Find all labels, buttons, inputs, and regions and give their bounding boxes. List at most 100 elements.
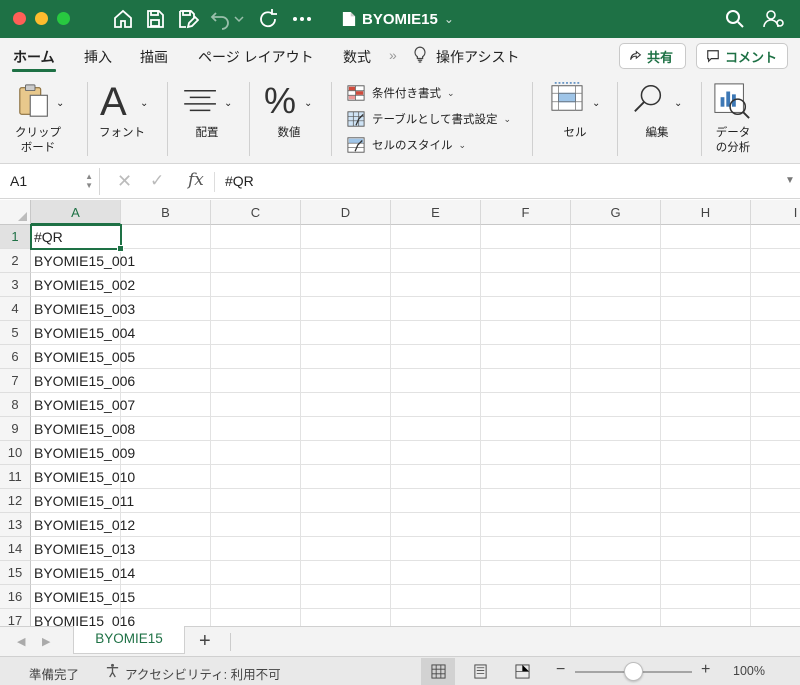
column-header-i[interactable]: I bbox=[751, 200, 800, 225]
previous-sheet-icon[interactable]: ◀ bbox=[17, 635, 25, 648]
cell-empty[interactable] bbox=[571, 273, 661, 297]
zoom-out-button[interactable]: − bbox=[556, 661, 565, 679]
cell-empty[interactable] bbox=[661, 273, 751, 297]
cell-empty[interactable] bbox=[121, 393, 211, 417]
cell-empty[interactable] bbox=[211, 249, 301, 273]
cell-empty[interactable] bbox=[391, 321, 481, 345]
cell-empty[interactable] bbox=[571, 297, 661, 321]
cell-empty[interactable] bbox=[661, 417, 751, 441]
cell-a[interactable]: BYOMIE15_010 bbox=[31, 465, 135, 489]
cell-empty[interactable] bbox=[301, 321, 391, 345]
cell-empty[interactable] bbox=[301, 345, 391, 369]
redo-icon[interactable] bbox=[256, 7, 280, 31]
undo-chevron-icon[interactable] bbox=[233, 7, 245, 31]
cell-empty[interactable] bbox=[391, 489, 481, 513]
row-header[interactable]: 6 bbox=[0, 345, 31, 369]
account-icon[interactable] bbox=[762, 7, 786, 31]
cell-empty[interactable] bbox=[301, 609, 391, 626]
cell-empty[interactable] bbox=[481, 489, 571, 513]
save-as-icon[interactable] bbox=[175, 7, 200, 31]
font-icon[interactable]: A bbox=[100, 80, 127, 125]
cell-empty[interactable] bbox=[751, 513, 800, 537]
confirm-formula-icon[interactable]: ✓ bbox=[150, 171, 164, 191]
cell-empty[interactable] bbox=[571, 585, 661, 609]
comments-button[interactable]: コメント bbox=[696, 43, 788, 69]
row-header[interactable]: 11 bbox=[0, 465, 31, 489]
cell-empty[interactable] bbox=[571, 561, 661, 585]
cell-empty[interactable] bbox=[481, 585, 571, 609]
cell-empty[interactable] bbox=[481, 417, 571, 441]
conditional-formatting-button[interactable]: 条件付き書式 ⌄ bbox=[346, 83, 455, 103]
tab-draw[interactable]: 描画 bbox=[140, 47, 168, 67]
cell-empty[interactable] bbox=[211, 417, 301, 441]
cell-empty[interactable] bbox=[391, 417, 481, 441]
sheet-tab-active[interactable]: BYOMIE15 bbox=[73, 626, 185, 654]
cell-empty[interactable] bbox=[211, 369, 301, 393]
zoom-slider-thumb[interactable] bbox=[623, 662, 643, 681]
cell-empty[interactable] bbox=[751, 225, 800, 249]
document-title[interactable]: BYOMIE15 ⌄ bbox=[342, 9, 454, 29]
cell-empty[interactable] bbox=[301, 249, 391, 273]
cell-empty[interactable] bbox=[301, 489, 391, 513]
cell-empty[interactable] bbox=[211, 225, 301, 249]
cell-empty[interactable] bbox=[391, 345, 481, 369]
cell-empty[interactable] bbox=[301, 369, 391, 393]
column-header-d[interactable]: D bbox=[301, 200, 391, 225]
cell-empty[interactable] bbox=[481, 465, 571, 489]
cell-empty[interactable] bbox=[211, 561, 301, 585]
row-header[interactable]: 5 bbox=[0, 321, 31, 345]
cell-empty[interactable] bbox=[481, 273, 571, 297]
format-as-table-button[interactable]: テーブルとして書式設定 ⌄ bbox=[346, 109, 511, 129]
expand-formula-bar-icon[interactable]: ▼ bbox=[785, 175, 795, 186]
cell-empty[interactable] bbox=[301, 465, 391, 489]
cell-empty[interactable] bbox=[751, 537, 800, 561]
cell-empty[interactable] bbox=[661, 489, 751, 513]
cell-a[interactable]: BYOMIE15_006 bbox=[31, 369, 135, 393]
cell-empty[interactable] bbox=[211, 273, 301, 297]
column-header-f[interactable]: F bbox=[481, 200, 571, 225]
cell-empty[interactable] bbox=[571, 249, 661, 273]
tab-insert[interactable]: 挿入 bbox=[84, 47, 112, 67]
cell-empty[interactable] bbox=[301, 225, 391, 249]
row-header[interactable]: 4 bbox=[0, 297, 31, 321]
number-chevron-icon[interactable]: ⌄ bbox=[304, 98, 312, 109]
cell-empty[interactable] bbox=[571, 369, 661, 393]
tab-formulas[interactable]: 数式 bbox=[343, 47, 371, 67]
cell-empty[interactable] bbox=[121, 513, 211, 537]
cell-empty[interactable] bbox=[571, 537, 661, 561]
cancel-formula-icon[interactable]: ✕ bbox=[117, 171, 132, 192]
cell-empty[interactable] bbox=[121, 537, 211, 561]
cell-a[interactable]: BYOMIE15_011 bbox=[31, 489, 134, 513]
share-button[interactable]: 共有 bbox=[619, 43, 686, 69]
cell-empty[interactable] bbox=[481, 249, 571, 273]
cell-a[interactable]: BYOMIE15_004 bbox=[31, 321, 135, 345]
cell-empty[interactable] bbox=[211, 609, 301, 626]
editing-chevron-icon[interactable]: ⌄ bbox=[674, 98, 682, 109]
cell-empty[interactable] bbox=[751, 297, 800, 321]
cell-empty[interactable] bbox=[751, 465, 800, 489]
cell-empty[interactable] bbox=[751, 369, 800, 393]
cell-empty[interactable] bbox=[571, 225, 661, 249]
cell-empty[interactable] bbox=[751, 393, 800, 417]
cell-empty[interactable] bbox=[391, 537, 481, 561]
cell-empty[interactable] bbox=[571, 609, 661, 626]
insert-function-icon[interactable]: fx bbox=[188, 170, 204, 190]
cell-empty[interactable] bbox=[661, 441, 751, 465]
cell-a[interactable]: BYOMIE15_003 bbox=[31, 297, 135, 321]
cell-empty[interactable] bbox=[391, 609, 481, 626]
select-all-button[interactable] bbox=[0, 200, 31, 225]
cell-empty[interactable] bbox=[121, 345, 211, 369]
cell-empty[interactable] bbox=[751, 417, 800, 441]
cell-empty[interactable] bbox=[661, 537, 751, 561]
cell-a[interactable]: BYOMIE15_005 bbox=[31, 345, 135, 369]
cell-empty[interactable] bbox=[301, 297, 391, 321]
cell-empty[interactable] bbox=[121, 609, 211, 626]
page-layout-view-button[interactable] bbox=[463, 658, 497, 685]
cell-empty[interactable] bbox=[211, 297, 301, 321]
clipboard-icon[interactable] bbox=[16, 82, 54, 125]
row-header[interactable]: 13 bbox=[0, 513, 31, 537]
row-header[interactable]: 17 bbox=[0, 609, 31, 626]
column-header-a[interactable]: A bbox=[31, 200, 121, 225]
cell-empty[interactable] bbox=[391, 393, 481, 417]
cell-empty[interactable] bbox=[121, 225, 211, 249]
